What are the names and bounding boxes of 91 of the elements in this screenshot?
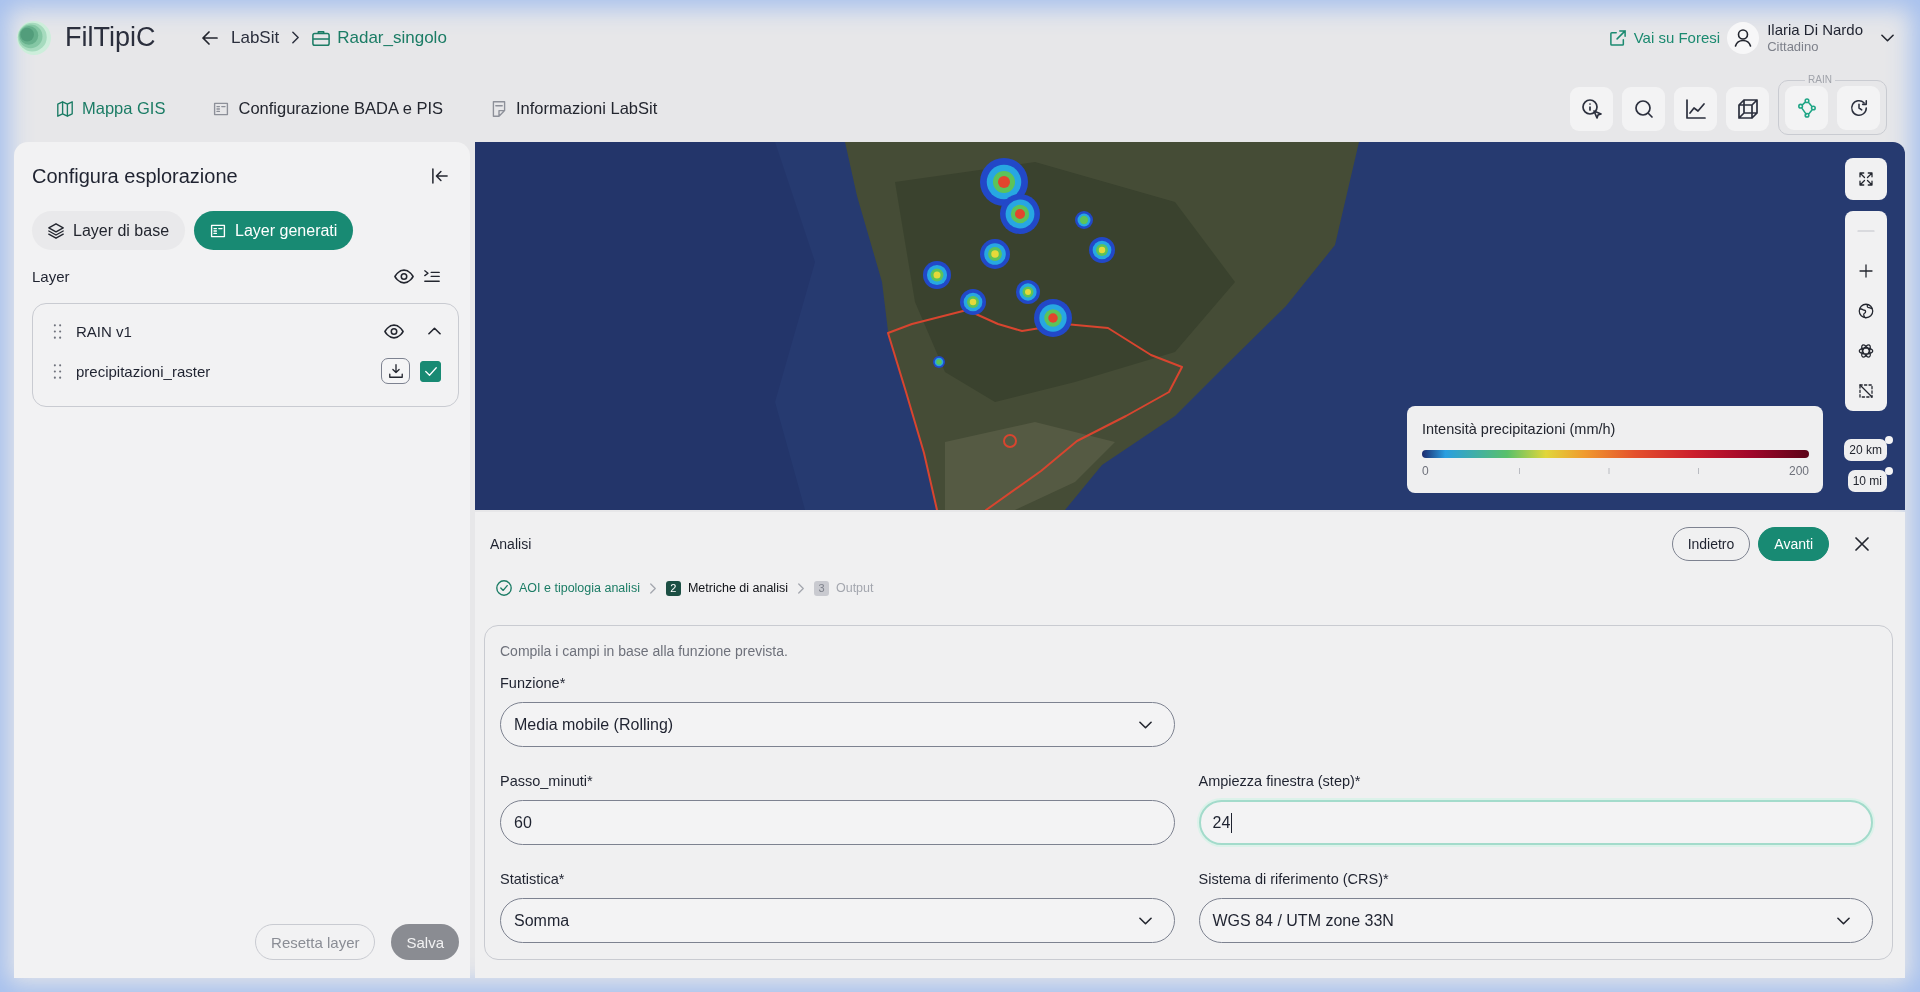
- search-button[interactable]: [1622, 86, 1665, 131]
- nav-tab[interactable]: Informazioni LabSit: [491, 99, 658, 118]
- cube-icon: [1737, 98, 1758, 119]
- step-number: 2: [665, 580, 681, 596]
- polygon-nodes-button[interactable]: [1785, 86, 1828, 130]
- chevron-up-icon: [428, 327, 441, 335]
- external-link-icon: [1609, 29, 1626, 46]
- drag-handle-icon[interactable]: [53, 363, 62, 379]
- nav-tab[interactable]: Configurazione BADA e PIS: [213, 99, 443, 118]
- map-icon: [57, 100, 73, 117]
- clock-refresh-icon: [1848, 98, 1869, 118]
- chevron-down-icon: [1881, 33, 1894, 42]
- section-label: Layer: [32, 267, 70, 285]
- next-button[interactable]: Avanti: [1758, 527, 1829, 561]
- field-label: Ampiezza finestra (step)*: [1198, 772, 1362, 790]
- user-menu-button[interactable]: [1881, 33, 1894, 42]
- fullscreen-button[interactable]: [1845, 158, 1887, 200]
- polygon-nodes-icon: [1796, 98, 1817, 118]
- legend-min-label: 0: [1422, 464, 1429, 478]
- collapse-left-icon: [432, 168, 448, 184]
- back-button[interactable]: [202, 29, 218, 46]
- nav-tab[interactable]: Mappa GIS: [57, 99, 166, 118]
- legend-max-label: 200: [1788, 464, 1809, 478]
- external-link[interactable]: Vai su Foresi: [1609, 29, 1721, 46]
- layer-group-name: RAIN v1: [76, 322, 132, 340]
- tool-group-label: RAIN: [1807, 74, 1833, 86]
- chevron-right-icon: [797, 582, 804, 594]
- cube-button[interactable]: [1726, 86, 1769, 131]
- info-cursor-icon: [1581, 98, 1602, 119]
- briefcase-icon: [312, 28, 331, 47]
- chevron-right-icon: [292, 31, 300, 44]
- layer-checkbox[interactable]: [420, 360, 441, 382]
- list-indent-icon: [424, 268, 440, 284]
- download-button[interactable]: [381, 358, 410, 384]
- field-label: Statistica*: [500, 870, 566, 888]
- document-icon: [213, 100, 230, 117]
- select-field[interactable]: WGS 84 / UTM zone 33N: [1198, 898, 1873, 943]
- collapse-panel-button[interactable]: [432, 168, 448, 184]
- text-input[interactable]: 60: [500, 800, 1175, 845]
- step-label[interactable]: Metriche di analisi: [687, 581, 788, 595]
- field-label: Funzione*: [500, 674, 567, 692]
- user-avatar-icon: [1727, 21, 1760, 54]
- user-role: Cittadino: [1767, 37, 1820, 55]
- layer-tab[interactable]: Layer generati: [194, 211, 354, 250]
- check-icon: [424, 366, 437, 376]
- close-icon: [1855, 537, 1869, 551]
- clock-refresh-button[interactable]: [1837, 86, 1880, 130]
- scale-end-dot-icon: [1885, 436, 1893, 444]
- chevron-down-icon: [1837, 916, 1850, 925]
- form-hint: Compila i campi in base alla funzione prevista.: [500, 642, 789, 660]
- chevron-down-icon: [1138, 916, 1152, 925]
- scale-end-dot-icon: [1885, 467, 1893, 475]
- text-input[interactable]: 24: [1198, 800, 1873, 845]
- arrow-left-icon: [202, 29, 218, 46]
- panel-title: Configura esplorazione: [32, 164, 238, 188]
- document-icon: [210, 222, 227, 239]
- select-field[interactable]: Media mobile (Rolling): [500, 702, 1175, 747]
- tick-marks-icon: [1518, 468, 1699, 474]
- field-label: Sistema di riferimento (CRS)*: [1198, 870, 1390, 888]
- note-icon: [491, 100, 507, 117]
- panel-title: Analisi: [490, 536, 532, 552]
- expand-toggle-button[interactable]: [428, 327, 441, 335]
- step-number: 3: [813, 580, 829, 596]
- drag-handle-icon[interactable]: [53, 323, 62, 339]
- app-name: FilTipiC: [65, 22, 156, 53]
- info-cursor-button[interactable]: [1570, 86, 1613, 131]
- layer-name: precipitazioni_raster: [76, 362, 211, 380]
- step-label[interactable]: AOI e tipologia analisi: [519, 581, 640, 595]
- search-icon: [1633, 98, 1654, 119]
- layer-tab[interactable]: Layer di base: [32, 211, 186, 250]
- layers-icon: [48, 222, 64, 239]
- legend-title: Intensità precipitazioni (mm/h): [1422, 420, 1617, 438]
- breadcrumb-link[interactable]: Radar_singolo: [312, 27, 447, 48]
- visibility-button[interactable]: [394, 268, 414, 284]
- scale-label: 10 mi: [1847, 470, 1887, 492]
- select-field[interactable]: Somma: [500, 898, 1175, 943]
- download-icon: [388, 364, 403, 378]
- eye-icon: [384, 323, 404, 339]
- line-chart-icon: [1685, 98, 1706, 119]
- logo-icon: [17, 20, 51, 55]
- user-name: Ilaria Di Nardo: [1767, 20, 1863, 38]
- eye-icon: [394, 268, 414, 284]
- scale-label: 20 km: [1844, 439, 1887, 461]
- close-button[interactable]: [1855, 537, 1869, 551]
- chevron-right-icon: [649, 582, 656, 594]
- line-chart-button[interactable]: [1674, 86, 1717, 131]
- field-label: Passo_minuti*: [500, 772, 594, 790]
- list-indent-button[interactable]: [424, 268, 440, 284]
- chevron-down-icon: [1138, 720, 1152, 729]
- breadcrumb-link[interactable]: LabSit: [231, 27, 280, 48]
- visibility-button[interactable]: [384, 323, 404, 339]
